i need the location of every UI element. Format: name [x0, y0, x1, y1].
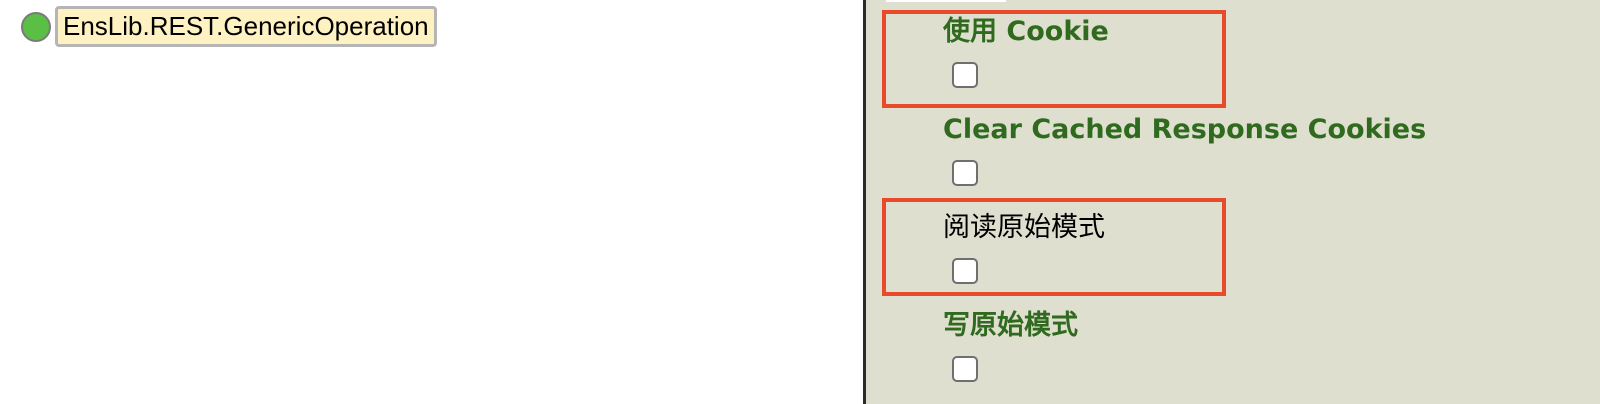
setting-label-write-raw-mode: 写原始模式	[943, 310, 1078, 341]
app-root: EnsLib.REST.GenericOperation 使用 Cookie C…	[0, 0, 1600, 404]
setting-use-cookie: 使用 Cookie	[866, 0, 1600, 100]
setting-read-raw-mode: 阅读原始模式	[866, 196, 1600, 296]
setting-label-read-raw-mode: 阅读原始模式	[943, 212, 1105, 243]
write-raw-mode-checkbox[interactable]	[952, 356, 978, 382]
setting-label-use-cookie: 使用 Cookie	[943, 16, 1109, 47]
use-cookie-checkbox[interactable]	[952, 62, 978, 88]
host-name-label[interactable]: EnsLib.REST.GenericOperation	[55, 6, 437, 47]
read-raw-mode-checkbox[interactable]	[952, 258, 978, 284]
setting-label-clear-cached-response-cookies: Clear Cached Response Cookies	[943, 114, 1427, 145]
settings-panel: 使用 Cookie Clear Cached Response Cookies …	[866, 0, 1600, 404]
production-diagram: EnsLib.REST.GenericOperation	[0, 0, 863, 404]
clear-cached-response-cookies-checkbox[interactable]	[952, 160, 978, 186]
setting-clear-cached-response-cookies: Clear Cached Response Cookies	[866, 98, 1600, 198]
setting-write-raw-mode: 写原始模式	[866, 294, 1600, 394]
status-indicator-icon	[21, 11, 51, 42]
host-item[interactable]: EnsLib.REST.GenericOperation	[21, 6, 437, 47]
